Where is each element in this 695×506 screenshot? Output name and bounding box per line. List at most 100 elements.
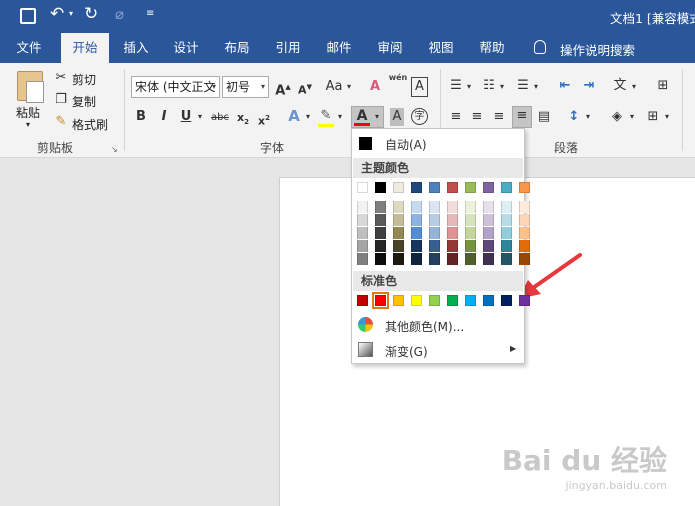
theme-shade-swatch[interactable]	[447, 253, 458, 265]
theme-color-swatch[interactable]	[501, 182, 512, 193]
lightbulb-icon[interactable]	[534, 40, 546, 54]
align-right-icon[interactable]: ≡	[491, 108, 507, 126]
tab-view[interactable]: 视图	[420, 33, 462, 63]
tab-help[interactable]: 帮助	[471, 33, 513, 63]
numbering-icon[interactable]: ☷	[481, 77, 497, 95]
change-case-icon[interactable]: Aa	[323, 78, 345, 96]
tab-mailings[interactable]: 邮件	[318, 33, 360, 63]
bold-icon[interactable]: B	[134, 108, 148, 126]
theme-shade-swatch[interactable]	[375, 214, 386, 226]
theme-shade-swatch[interactable]	[483, 227, 494, 239]
increase-indent-icon[interactable]: ⇥	[580, 77, 598, 95]
text-effects-dropdown-icon[interactable]: ▾	[304, 108, 312, 126]
theme-shade-swatch[interactable]	[429, 253, 440, 265]
italic-icon[interactable]: I	[157, 108, 171, 126]
cut-button[interactable]: 剪切	[72, 71, 96, 88]
phonetic-guide-icon[interactable]: wén	[388, 73, 408, 83]
theme-shade-swatch[interactable]	[411, 227, 422, 239]
tab-file[interactable]: 文件	[8, 33, 50, 63]
theme-shade-swatch[interactable]	[483, 253, 494, 265]
copy-button[interactable]: 复制	[72, 93, 96, 110]
theme-shade-swatch[interactable]	[393, 214, 404, 226]
tab-insert[interactable]: 插入	[115, 33, 157, 63]
format-painter-button[interactable]: 格式刷	[72, 116, 108, 133]
standard-color-swatch[interactable]	[357, 295, 368, 306]
theme-shade-swatch[interactable]	[501, 253, 512, 265]
superscript-icon[interactable]: x2	[256, 109, 272, 131]
paste-dropdown-icon[interactable]: ▾	[26, 120, 30, 129]
theme-shade-swatch[interactable]	[447, 227, 458, 239]
theme-shade-swatch[interactable]	[519, 214, 530, 226]
theme-shade-swatch[interactable]	[411, 214, 422, 226]
theme-shade-swatch[interactable]	[375, 201, 386, 213]
highlight-dropdown-icon[interactable]: ▾	[336, 108, 344, 126]
theme-color-swatch[interactable]	[429, 182, 440, 193]
theme-shade-swatch[interactable]	[429, 214, 440, 226]
theme-color-swatch[interactable]	[483, 182, 494, 193]
justify-icon[interactable]: ≡	[512, 106, 532, 128]
theme-shade-swatch[interactable]	[447, 201, 458, 213]
theme-shade-swatch[interactable]	[465, 201, 476, 213]
highlight-icon[interactable]: ✎	[318, 107, 334, 127]
more-colors-item[interactable]: 其他颜色(M)...	[385, 318, 464, 335]
character-shading-icon[interactable]: A	[390, 108, 404, 126]
theme-shade-swatch[interactable]	[393, 240, 404, 252]
auto-color-item[interactable]: 自动(A)	[385, 136, 427, 153]
bullets-dropdown-icon[interactable]: ▾	[465, 78, 473, 96]
show-marks-icon[interactable]: ⊞	[654, 77, 672, 95]
theme-shade-swatch[interactable]	[429, 227, 440, 239]
theme-color-swatch[interactable]	[375, 182, 386, 193]
theme-shade-swatch[interactable]	[519, 227, 530, 239]
standard-color-swatch[interactable]	[501, 295, 512, 306]
theme-shade-swatch[interactable]	[411, 253, 422, 265]
distributed-icon[interactable]: ▤	[536, 108, 552, 126]
theme-shade-swatch[interactable]	[411, 201, 422, 213]
undo-dropdown-icon[interactable]: ▾	[69, 9, 73, 18]
underline-icon[interactable]: U	[179, 108, 193, 126]
theme-shade-swatch[interactable]	[393, 253, 404, 265]
theme-shade-swatch[interactable]	[483, 201, 494, 213]
align-left-icon[interactable]: ≡	[448, 108, 464, 126]
standard-color-swatch[interactable]	[483, 295, 494, 306]
theme-shade-swatch[interactable]	[501, 201, 512, 213]
borders-dropdown-icon[interactable]: ▾	[663, 108, 671, 126]
font-size-select[interactable]: 初号 ▾	[222, 76, 269, 98]
standard-color-swatch[interactable]	[465, 295, 476, 306]
multilevel-dropdown-icon[interactable]: ▾	[532, 78, 540, 96]
redo-icon[interactable]: ↻	[84, 4, 98, 24]
standard-color-swatch[interactable]	[519, 295, 530, 306]
theme-shade-swatch[interactable]	[375, 227, 386, 239]
customize-toolbar-icon[interactable]: ≡	[146, 8, 154, 19]
theme-shade-swatch[interactable]	[375, 240, 386, 252]
text-direction-dropdown-icon[interactable]: ▾	[630, 78, 638, 96]
paste-button-label[interactable]: 粘贴	[16, 104, 40, 121]
change-case-dropdown-icon[interactable]: ▾	[345, 78, 353, 96]
theme-shade-swatch[interactable]	[393, 227, 404, 239]
standard-color-swatch[interactable]	[429, 295, 440, 306]
borders-icon[interactable]: ⊞	[645, 108, 661, 126]
align-center-icon[interactable]: ≡	[469, 108, 485, 126]
grow-font-icon[interactable]: A▲	[274, 78, 292, 100]
theme-shade-swatch[interactable]	[357, 240, 368, 252]
theme-shade-swatch[interactable]	[519, 240, 530, 252]
font-color-icon[interactable]: A	[354, 107, 370, 126]
theme-color-swatch[interactable]	[447, 182, 458, 193]
theme-shade-swatch[interactable]	[357, 227, 368, 239]
bullets-icon[interactable]: ☰	[448, 77, 464, 95]
tab-layout[interactable]: 布局	[216, 33, 258, 63]
standard-color-swatch[interactable]	[372, 292, 389, 309]
save-icon[interactable]	[20, 8, 36, 24]
tell-me-search[interactable]: 操作说明搜索	[560, 40, 635, 59]
tab-review[interactable]: 审阅	[369, 33, 411, 63]
shading-dropdown-icon[interactable]: ▾	[628, 108, 636, 126]
line-spacing-dropdown-icon[interactable]: ▾	[584, 108, 592, 126]
theme-shade-swatch[interactable]	[501, 240, 512, 252]
theme-color-swatch[interactable]	[519, 182, 530, 193]
line-spacing-icon[interactable]: ↕	[566, 108, 582, 126]
theme-shade-swatch[interactable]	[447, 240, 458, 252]
gradient-item[interactable]: 渐变(G)	[385, 343, 428, 360]
theme-shade-swatch[interactable]	[501, 227, 512, 239]
multilevel-list-icon[interactable]: ☰	[515, 77, 531, 95]
standard-color-swatch[interactable]	[393, 295, 404, 306]
theme-shade-swatch[interactable]	[357, 201, 368, 213]
